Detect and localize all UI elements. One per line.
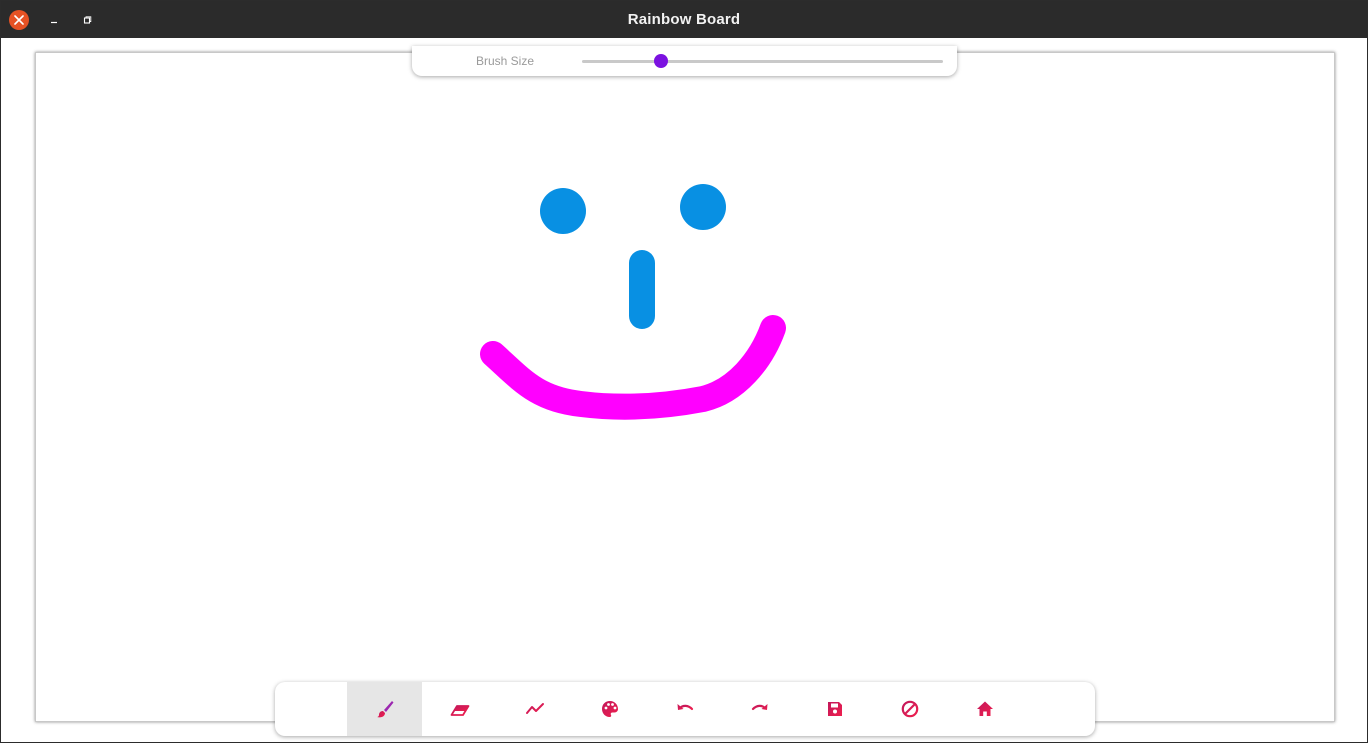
save-icon bbox=[827, 702, 842, 716]
palette-tool-button[interactable] bbox=[572, 682, 647, 736]
redo-icon bbox=[751, 704, 767, 711]
bottom-toolbar bbox=[275, 682, 1095, 736]
eraser-tool-button[interactable] bbox=[422, 682, 497, 736]
redo-button[interactable] bbox=[722, 682, 797, 736]
polyline-icon bbox=[525, 703, 544, 714]
home-button[interactable] bbox=[947, 682, 1022, 736]
brush-size-track[interactable] bbox=[582, 60, 943, 63]
eraser-icon bbox=[450, 705, 469, 716]
save-button[interactable] bbox=[797, 682, 872, 736]
line-tool-button[interactable] bbox=[497, 682, 572, 736]
undo-icon bbox=[677, 704, 693, 711]
paintbrush-icon bbox=[376, 701, 393, 718]
brush-size-label: Brush Size bbox=[476, 54, 535, 68]
undo-button[interactable] bbox=[647, 682, 722, 736]
clear-button[interactable] bbox=[872, 682, 947, 736]
title-bar: Rainbow Board bbox=[1, 1, 1367, 38]
palette-icon bbox=[601, 701, 618, 717]
drawing-canvas[interactable] bbox=[35, 52, 1335, 722]
brush-tool-button[interactable] bbox=[347, 682, 422, 736]
home-icon bbox=[976, 701, 993, 716]
window-title: Rainbow Board bbox=[627, 11, 741, 28]
clear-icon bbox=[901, 700, 918, 718]
app-window: Rainbow Board Brush Size bbox=[0, 0, 1368, 743]
brush-size-panel: Brush Size bbox=[412, 46, 957, 76]
brush-size-thumb[interactable] bbox=[654, 54, 669, 68]
